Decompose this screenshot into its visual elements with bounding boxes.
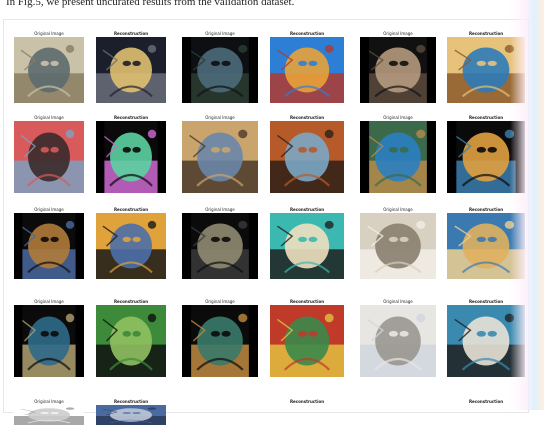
original-image-label: Original Image: [34, 207, 64, 212]
original-image-label: Original Image: [205, 207, 235, 212]
original-image-label: Original Image: [383, 299, 413, 304]
original-image-label: Original Image: [34, 299, 64, 304]
reconstruction-panel: Reconstruction: [96, 32, 166, 106]
reconstructed-image: [96, 213, 166, 279]
original-image: [360, 213, 436, 279]
reconstruction-panel: Reconstruction: [96, 300, 166, 380]
original-image: [14, 405, 84, 425]
original-image-label: Original Image: [383, 115, 413, 120]
reconstruction-panel: Reconstruction: [96, 400, 166, 428]
reconstruction-label: Reconstruction: [113, 207, 149, 212]
original-image-panel: Original Image: [14, 208, 84, 282]
reconstruction-label: Reconstruction: [113, 115, 149, 120]
reconstruction-panel: Reconstruction: [270, 32, 344, 106]
reconstructed-image: [270, 37, 344, 103]
original-image: [14, 121, 84, 193]
reconstructed-image: [270, 305, 344, 377]
figure-grid: Original Image Reconstruction Original Ima…: [4, 20, 528, 425]
original-image-panel: Original Image: [14, 32, 84, 106]
original-image-panel: Original Image: [182, 300, 258, 380]
original-image-panel: [182, 400, 258, 428]
original-image: [182, 121, 258, 193]
original-image-label: Original Image: [205, 31, 235, 36]
reconstruction-label: Reconstruction: [289, 115, 325, 120]
original-image-panel: Original Image: [182, 32, 258, 106]
reconstruction-label: Reconstruction: [289, 31, 325, 36]
original-image-label: Original Image: [383, 207, 413, 212]
original-image-label: Original Image: [34, 115, 64, 120]
reconstructed-image: [96, 37, 166, 103]
reconstruction-panel: Reconstruction: [270, 300, 344, 380]
original-image: [360, 37, 436, 103]
original-image-panel: Original Image: [182, 208, 258, 282]
reconstruction-label: Reconstruction: [113, 31, 149, 36]
reconstruction-label: Reconstruction: [289, 399, 325, 404]
reconstructed-image: [96, 121, 166, 193]
reconstruction-label: Reconstruction: [113, 299, 149, 304]
reconstructed-image: [270, 121, 344, 193]
reconstruction-panel: Reconstruction: [270, 116, 344, 196]
original-image-panel: [360, 400, 436, 428]
original-image-label: Original Image: [383, 31, 413, 36]
original-image-label: Original Image: [205, 299, 235, 304]
original-image: [14, 305, 84, 377]
reconstruction-panel: Reconstruction: [270, 208, 344, 282]
original-image: [360, 305, 436, 377]
original-image-label: Original Image: [34, 399, 64, 404]
original-image-panel: Original Image: [360, 300, 436, 380]
original-image-panel: Original Image: [360, 116, 436, 196]
original-image-panel: Original Image: [14, 116, 84, 196]
original-image: [182, 213, 258, 279]
original-image-panel: Original Image: [182, 116, 258, 196]
reconstruction-label: Reconstruction: [289, 207, 325, 212]
original-image: [360, 121, 436, 193]
reconstructed-image: [96, 405, 166, 425]
original-image: [14, 37, 84, 103]
original-image-panel: Original Image: [360, 208, 436, 282]
reconstruction-panel: Reconstruction: [270, 400, 344, 428]
original-image: [14, 213, 84, 279]
figure-caption: In Fig.5, we present uncurated results f…: [6, 0, 295, 8]
original-image: [182, 305, 258, 377]
reconstructed-image: [270, 213, 344, 279]
reconstruction-panel: Reconstruction: [96, 116, 166, 196]
light-glare-overlay: [510, 0, 544, 410]
original-image: [182, 37, 258, 103]
reconstruction-label: Reconstruction: [289, 299, 325, 304]
original-image-panel: Original Image: [14, 400, 84, 428]
original-image-panel: Original Image: [360, 32, 436, 106]
reconstruction-panel: Reconstruction: [96, 208, 166, 282]
reconstructed-image: [96, 305, 166, 377]
original-image-label: Original Image: [205, 115, 235, 120]
original-image-label: Original Image: [34, 31, 64, 36]
reconstruction-label: Reconstruction: [113, 399, 149, 404]
original-image-panel: Original Image: [14, 300, 84, 380]
